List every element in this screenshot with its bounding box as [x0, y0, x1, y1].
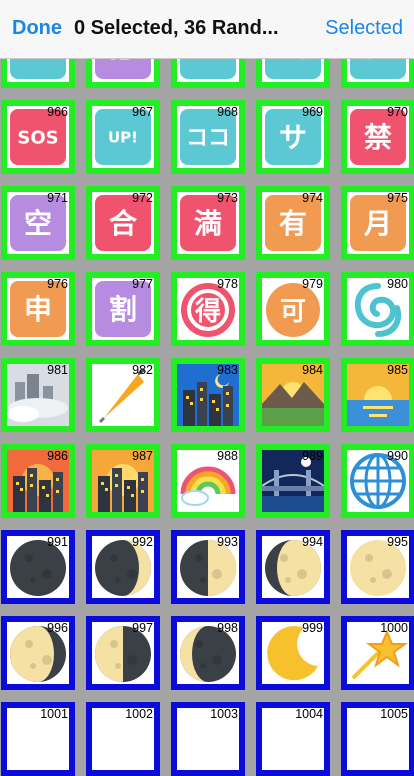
svg-text:得: 得: [194, 297, 221, 327]
emoji-number: 979: [302, 277, 323, 291]
emoji-number: 967: [132, 105, 153, 119]
emoji-cell[interactable]: 1001: [1, 702, 75, 776]
emoji-number: 966: [47, 105, 68, 119]
emoji-number: 981: [47, 363, 68, 377]
emoji-cell[interactable]: 禁 970: [341, 100, 414, 174]
svg-text:空: 空: [24, 207, 52, 240]
svg-text:申: 申: [24, 293, 52, 326]
emoji-cell[interactable]: 994: [256, 530, 330, 604]
emoji-cell[interactable]: 992: [86, 530, 160, 604]
emoji-cell[interactable]: UP! 967: [86, 100, 160, 174]
emoji-number: 977: [132, 277, 153, 291]
emoji-number: 976: [47, 277, 68, 291]
emoji-cell[interactable]: 984: [256, 358, 330, 432]
emoji-number: 1005: [380, 707, 408, 721]
emoji-number: 991: [47, 535, 68, 549]
svg-text:割: 割: [109, 293, 137, 326]
svg-text:UP!: UP!: [108, 128, 138, 146]
emoji-cell[interactable]: 可 979: [256, 272, 330, 346]
emoji-cell[interactable]: 998: [171, 616, 245, 690]
emoji-cell[interactable]: 995: [341, 530, 414, 604]
emoji-number: 988: [217, 449, 238, 463]
emoji-cell[interactable]: 988: [171, 444, 245, 518]
emoji-cell[interactable]: 981: [1, 358, 75, 432]
emoji-number: 970: [387, 105, 408, 119]
emoji-cell[interactable]: 996: [1, 616, 75, 690]
svg-text:月: 月: [363, 207, 392, 240]
emoji-number: 995: [387, 535, 408, 549]
svg-text:満: 満: [194, 207, 222, 240]
emoji-number: 989: [302, 449, 323, 463]
emoji-cell[interactable]: 990: [341, 444, 414, 518]
emoji-cell[interactable]: 1003: [171, 702, 245, 776]
emoji-cell[interactable]: 有 974: [256, 186, 330, 260]
emoji-number: 973: [217, 191, 238, 205]
emoji-number: 992: [132, 535, 153, 549]
emoji-cell[interactable]: 989: [256, 444, 330, 518]
emoji-number: 972: [132, 191, 153, 205]
emoji-cell[interactable]: 満 973: [171, 186, 245, 260]
emoji-number: 982: [132, 363, 153, 377]
emoji-cell[interactable]: 得 978: [171, 272, 245, 346]
emoji-cell[interactable]: 983: [171, 358, 245, 432]
emoji-cell[interactable]: 1005: [341, 702, 414, 776]
emoji-number: 993: [217, 535, 238, 549]
emoji-cell[interactable]: SOS 966: [1, 100, 75, 174]
emoji-number: 1002: [125, 707, 153, 721]
svg-text:有: 有: [279, 207, 307, 240]
emoji-cell[interactable]: 991: [1, 530, 75, 604]
emoji-number: 999: [302, 621, 323, 635]
emoji-number: 978: [217, 277, 238, 291]
emoji-cell[interactable]: 997: [86, 616, 160, 690]
emoji-number: 998: [217, 621, 238, 635]
emoji-number: 975: [387, 191, 408, 205]
emoji-cell[interactable]: 合 972: [86, 186, 160, 260]
emoji-cell[interactable]: 982: [86, 358, 160, 432]
emoji-number: 997: [132, 621, 153, 635]
selected-button[interactable]: Selected: [325, 17, 403, 40]
emoji-number: 985: [387, 363, 408, 377]
emoji-number: 984: [302, 363, 323, 377]
emoji-number: 986: [47, 449, 68, 463]
nav-title: 0 Selected, 36 Rand...: [74, 17, 279, 39]
emoji-cell[interactable]: 993: [171, 530, 245, 604]
emoji-number: 980: [387, 277, 408, 291]
emoji-cell[interactable]: 空 971: [1, 186, 75, 260]
svg-text:可: 可: [280, 297, 306, 327]
emoji-number: 983: [217, 363, 238, 377]
done-button[interactable]: Done: [12, 17, 62, 40]
svg-text:SOS: SOS: [17, 127, 58, 148]
emoji-number: 971: [47, 191, 68, 205]
navigation-bar: Done 0 Selected, 36 Rand... Selected: [0, 0, 414, 59]
emoji-number: 994: [302, 535, 323, 549]
emoji-number: 990: [387, 449, 408, 463]
emoji-number: 987: [132, 449, 153, 463]
emoji-number: 1003: [210, 707, 238, 721]
emoji-cell[interactable]: 985: [341, 358, 414, 432]
emoji-cell[interactable]: 1002: [86, 702, 160, 776]
emoji-cell[interactable]: 1000: [341, 616, 414, 690]
emoji-number: 1000: [380, 621, 408, 635]
emoji-cell[interactable]: サ 969: [256, 100, 330, 174]
svg-text:禁: 禁: [364, 121, 392, 154]
emoji-cell[interactable]: 割 977: [86, 272, 160, 346]
emoji-cell[interactable]: 申 976: [1, 272, 75, 346]
svg-text:サ: サ: [279, 121, 307, 154]
emoji-number: 1004: [295, 707, 323, 721]
emoji-cell[interactable]: 987: [86, 444, 160, 518]
emoji-number: 1001: [40, 707, 68, 721]
emoji-number: 974: [302, 191, 323, 205]
svg-text:ココ: ココ: [186, 126, 230, 151]
emoji-cell[interactable]: ココ 968: [171, 100, 245, 174]
emoji-number: 968: [217, 105, 238, 119]
emoji-cell[interactable]: 980: [341, 272, 414, 346]
emoji-cell[interactable]: 1004: [256, 702, 330, 776]
emoji-number: 996: [47, 621, 68, 635]
emoji-cell[interactable]: 986: [1, 444, 75, 518]
emoji-cell[interactable]: 月 975: [341, 186, 414, 260]
emoji-cell[interactable]: 999: [256, 616, 330, 690]
svg-text:合: 合: [109, 207, 138, 240]
emoji-number: 969: [302, 105, 323, 119]
